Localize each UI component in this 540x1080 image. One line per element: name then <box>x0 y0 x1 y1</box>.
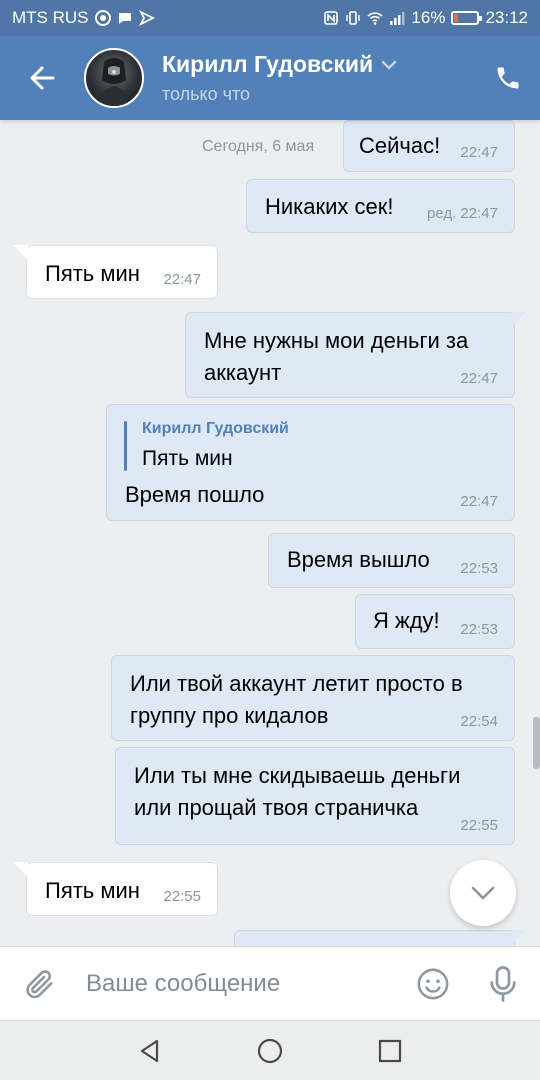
circle-home-icon <box>257 1038 283 1063</box>
message-line: группу про кидалов <box>130 703 329 728</box>
wifi-icon <box>367 12 383 25</box>
square-recent-icon <box>378 1039 402 1062</box>
message-time: 22:53 <box>460 560 498 577</box>
chevron-down-icon <box>381 60 397 70</box>
nfc-icon <box>324 11 339 25</box>
contact-name: Кирилл Гудовский <box>162 51 374 77</box>
message-outgoing[interactable]: Время вышло 22:53 <box>268 533 515 588</box>
message-composer: Ваше сообщение <box>0 946 540 1020</box>
phone-icon <box>497 67 519 89</box>
smile-icon <box>417 968 449 999</box>
message-line: Или ты мне скидываешь деньги <box>134 763 461 788</box>
chevron-down-icon <box>471 886 495 900</box>
edited-label: ред. <box>427 205 457 222</box>
bubble-tail <box>512 930 526 944</box>
message-list[interactable]: Сегодня, 6 мая Сейчас! 22:47 Никаких сек… <box>0 120 540 946</box>
date-divider: Сегодня, 6 мая <box>202 138 315 155</box>
app-notification-icon <box>94 10 111 26</box>
message-outgoing-partial[interactable] <box>234 930 526 946</box>
signal-icon <box>390 12 405 25</box>
message-text: Пять мин <box>45 261 140 286</box>
message-time: 22:47 <box>460 370 498 387</box>
message-outgoing[interactable]: Я жду! 22:53 <box>355 594 515 649</box>
system-navigation-bar <box>0 1020 540 1080</box>
message-time: 22:55 <box>163 888 201 905</box>
vibrate-icon <box>346 11 361 25</box>
message-time: 22:47 <box>460 493 498 510</box>
voice-message-button[interactable] <box>466 947 540 1021</box>
message-line: или прощай твоя страничка <box>134 795 419 820</box>
battery-percent: 16% <box>411 8 446 27</box>
message-time: 22:47 <box>460 144 498 161</box>
avatar-image <box>100 58 128 106</box>
microphone-icon <box>490 965 516 1002</box>
message-time: 22:53 <box>460 621 498 638</box>
nav-recent-button[interactable] <box>360 1021 420 1080</box>
bubble-tail <box>13 245 28 260</box>
message-text: Время вышло <box>287 547 430 572</box>
status-bar: MTS RUS 16% 23:12 <box>0 0 540 36</box>
call-button[interactable] <box>476 36 540 120</box>
chat-header: Кирилл Гудовский только что <box>0 36 540 120</box>
contact-info[interactable]: Кирилл Гудовский только что <box>162 51 476 105</box>
message-outgoing[interactable]: Сейчас! 22:47 <box>343 120 515 172</box>
scroll-to-bottom-button[interactable] <box>450 860 516 926</box>
message-line: Мне нужны мои деньги за <box>204 328 469 353</box>
message-outgoing[interactable]: Или твой аккаунт летит просто в группу п… <box>111 655 515 741</box>
send-notification-icon <box>138 10 155 26</box>
status-time: 23:12 <box>485 8 528 27</box>
reply-text: Пять мин <box>142 447 233 470</box>
bubble-tail <box>512 312 526 326</box>
status-bar-right: 16% 23:12 <box>323 8 528 28</box>
message-text: Мне нужны мои деньги за аккаунт <box>204 325 468 389</box>
contact-status: только что <box>162 84 251 104</box>
message-text: Или ты мне скидываешь деньги или прощай … <box>134 760 460 824</box>
attach-button[interactable] <box>0 947 80 1021</box>
message-incoming[interactable]: Пять мин 22:55 <box>13 862 218 916</box>
back-button[interactable] <box>0 36 84 120</box>
reply-author: Кирилл Гудовский <box>142 420 289 437</box>
bubble-tail <box>13 862 28 877</box>
message-text: Я жду! <box>373 608 440 633</box>
message-input[interactable]: Ваше сообщение <box>80 970 400 998</box>
battery-level <box>454 14 459 22</box>
message-time-value: 22:47 <box>460 205 498 222</box>
message-time: 22:55 <box>460 817 498 834</box>
message-text: Никаких сек! <box>265 194 394 219</box>
triangle-back-icon <box>140 1039 159 1062</box>
message-time: ред. 22:47 <box>427 206 498 222</box>
nav-home-button[interactable] <box>240 1021 300 1080</box>
reply-quote-bar <box>124 421 127 471</box>
avatar[interactable] <box>84 48 144 108</box>
arrow-left-icon <box>30 66 55 90</box>
message-outgoing-reply[interactable]: Кирилл Гудовский Пять мин Время пошло 22… <box>106 404 515 521</box>
chat-notification-icon <box>118 13 131 24</box>
paperclip-icon <box>26 969 53 998</box>
status-bar-left: MTS RUS <box>12 8 155 28</box>
message-outgoing[interactable]: Никаких сек! ред. 22:47 <box>246 179 515 233</box>
emoji-button[interactable] <box>400 947 466 1021</box>
message-line: аккаунт <box>204 360 282 385</box>
battery-icon <box>451 11 483 25</box>
message-outgoing[interactable]: Или ты мне скидываешь деньги или прощай … <box>115 747 515 845</box>
message-text: Сейчас! <box>359 133 441 158</box>
message-time: 22:47 <box>163 271 201 288</box>
carrier-name: MTS RUS <box>12 8 89 27</box>
message-incoming[interactable]: Пять мин 22:47 <box>13 245 218 299</box>
message-line: Или твой аккаунт летит просто в <box>130 671 463 696</box>
message-time: 22:54 <box>460 713 498 730</box>
message-text: Время пошло <box>125 482 265 507</box>
message-text: Пять мин <box>45 878 140 903</box>
scrollbar-thumb[interactable] <box>533 717 540 769</box>
message-outgoing[interactable]: Мне нужны мои деньги за аккаунт 22:47 <box>185 312 526 398</box>
nav-back-button[interactable] <box>120 1021 180 1080</box>
message-text: Или твой аккаунт летит просто в группу п… <box>130 668 463 732</box>
contact-name-row: Кирилл Гудовский <box>162 51 476 78</box>
